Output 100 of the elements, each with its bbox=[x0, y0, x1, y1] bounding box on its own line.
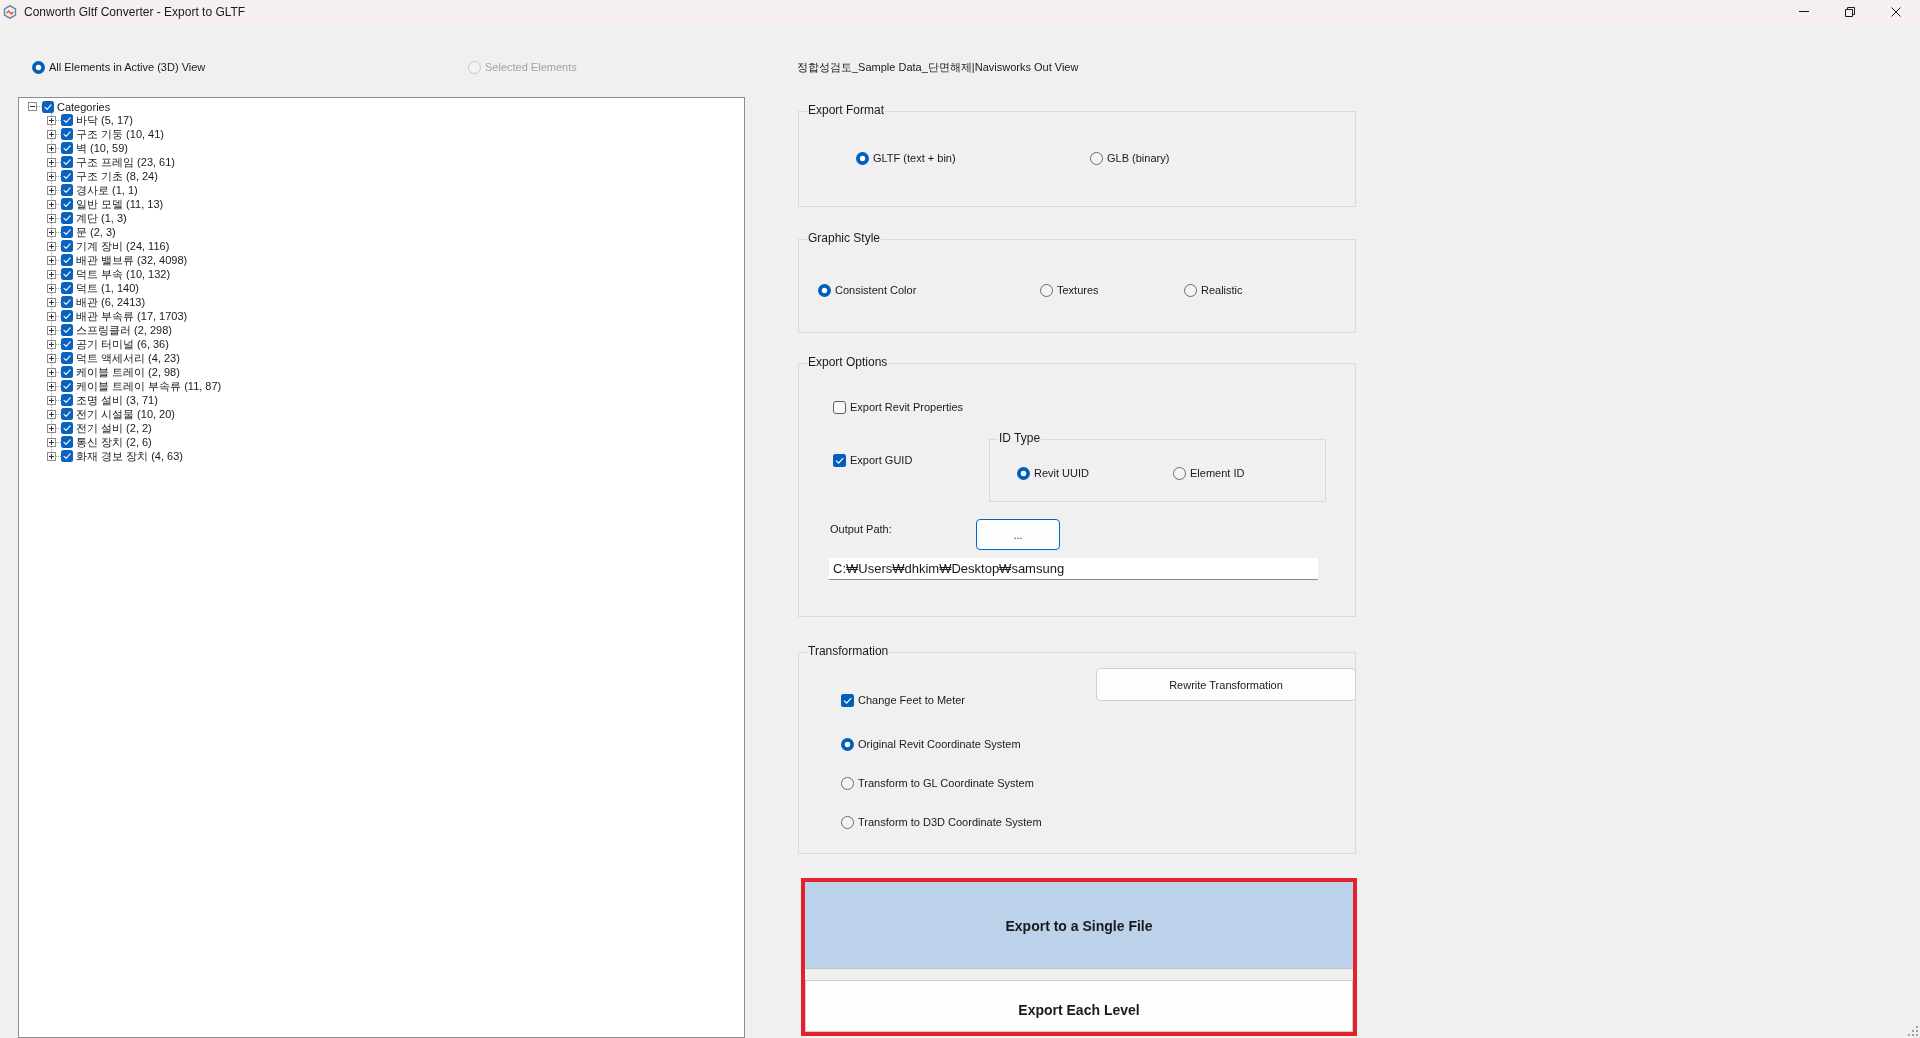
plus-box-icon[interactable] bbox=[47, 185, 56, 195]
checkbox-label[interactable]: Change Feet to Meter bbox=[858, 693, 965, 707]
tree-item[interactable]: Categories bbox=[57, 99, 111, 114]
tree-item[interactable]: 통신 장치 (2, 6) bbox=[76, 435, 152, 449]
plus-box-icon[interactable] bbox=[47, 395, 56, 405]
radio-label[interactable]: Revit UUID bbox=[1034, 466, 1089, 480]
checkbox[interactable] bbox=[61, 380, 73, 392]
checkbox[interactable] bbox=[61, 156, 73, 168]
resize-grip-icon[interactable] bbox=[1908, 1026, 1918, 1036]
radio-button[interactable] bbox=[841, 737, 854, 751]
plus-box-icon[interactable] bbox=[47, 437, 56, 447]
tree-item[interactable]: 문 (2, 3) bbox=[76, 225, 116, 239]
checkbox[interactable] bbox=[61, 128, 73, 140]
tree-item[interactable]: 배관 부속류 (17, 1703) bbox=[76, 309, 188, 323]
tree-item[interactable]: 일반 모델 (11, 13) bbox=[76, 197, 164, 211]
radio-label[interactable]: Transform to D3D Coordinate System bbox=[858, 815, 1042, 829]
plus-box-icon[interactable] bbox=[47, 157, 56, 167]
plus-box-icon[interactable] bbox=[47, 297, 56, 307]
tree-item[interactable]: 공기 터미널 (6, 36) bbox=[76, 337, 169, 351]
plus-box-icon[interactable] bbox=[47, 143, 56, 153]
radio-label[interactable]: GLTF (text + bin) bbox=[873, 151, 956, 165]
checkbox-label[interactable]: Export Revit Properties bbox=[850, 400, 964, 414]
checkbox[interactable] bbox=[833, 400, 846, 414]
plus-box-icon[interactable] bbox=[47, 129, 56, 139]
tree-item[interactable]: 케이블 트레이 부속류 (11, 87) bbox=[76, 379, 222, 393]
plus-box-icon[interactable] bbox=[47, 451, 56, 461]
radio-button[interactable] bbox=[856, 151, 869, 165]
plus-box-icon[interactable] bbox=[47, 423, 56, 433]
plus-box-icon[interactable] bbox=[47, 199, 56, 209]
radio-label[interactable]: Element ID bbox=[1190, 466, 1245, 480]
checkbox[interactable] bbox=[61, 212, 73, 224]
checkbox[interactable] bbox=[61, 268, 73, 280]
checkbox[interactable] bbox=[61, 282, 73, 294]
radio-label[interactable]: GLB (binary) bbox=[1107, 151, 1170, 165]
plus-box-icon[interactable] bbox=[47, 339, 56, 349]
export-button[interactable]: Export to a Single File bbox=[805, 882, 1353, 969]
rewrite-transformation-button[interactable]: Rewrite Transformation bbox=[1096, 668, 1356, 701]
tree-item[interactable]: 구조 프레임 (23, 61) bbox=[76, 155, 176, 169]
plus-box-icon[interactable] bbox=[47, 283, 56, 293]
tree-item[interactable]: 조명 설비 (3, 71) bbox=[76, 393, 158, 407]
tree-item[interactable]: 계단 (1, 3) bbox=[76, 211, 127, 225]
checkbox[interactable] bbox=[61, 450, 73, 462]
tree-item[interactable]: 벽 (10, 59) bbox=[76, 141, 128, 155]
tree-item[interactable]: 덕트 액세서리 (4, 23) bbox=[76, 351, 180, 365]
checkbox[interactable] bbox=[61, 436, 73, 448]
tree-item[interactable]: 케이블 트레이 (2, 98) bbox=[76, 365, 180, 379]
tree-item[interactable]: 전기 시설물 (10, 20) bbox=[76, 407, 176, 421]
checkbox-label[interactable]: Export GUID bbox=[850, 453, 913, 467]
checkbox[interactable] bbox=[61, 226, 73, 238]
tree-item[interactable]: 덕트 부속 (10, 132) bbox=[76, 267, 171, 281]
radio-button[interactable] bbox=[841, 815, 854, 829]
checkbox[interactable] bbox=[61, 338, 73, 350]
close-icon[interactable] bbox=[1891, 6, 1901, 17]
checkbox[interactable] bbox=[61, 114, 73, 126]
radio-label[interactable]: Consistent Color bbox=[835, 283, 917, 297]
tree-item[interactable]: 바닥 (5, 17) bbox=[76, 113, 133, 127]
checkbox[interactable] bbox=[841, 693, 854, 707]
radio-label[interactable]: Original Revit Coordinate System bbox=[858, 737, 1021, 751]
plus-box-icon[interactable] bbox=[47, 409, 56, 419]
plus-box-icon[interactable] bbox=[47, 381, 56, 391]
tree-item[interactable]: 스프링클러 (2, 298) bbox=[76, 323, 172, 337]
radio-label[interactable]: Transform to GL Coordinate System bbox=[858, 776, 1034, 790]
radio-button[interactable] bbox=[1017, 466, 1030, 480]
tree-item[interactable]: 화재 경보 장치 (4, 63) bbox=[76, 449, 183, 463]
radio-button[interactable] bbox=[32, 60, 45, 74]
radio-button[interactable] bbox=[1184, 283, 1197, 297]
plus-box-icon[interactable] bbox=[47, 213, 56, 223]
tree-item[interactable]: 경사로 (1, 1) bbox=[76, 183, 138, 197]
plus-box-icon[interactable] bbox=[47, 269, 56, 279]
checkbox[interactable] bbox=[61, 324, 73, 336]
tree-item[interactable]: 구조 기초 (8, 24) bbox=[76, 169, 158, 183]
plus-box-icon[interactable] bbox=[47, 115, 56, 125]
radio-button[interactable] bbox=[1173, 466, 1186, 480]
export-button[interactable]: Export Each Level bbox=[805, 980, 1353, 1032]
radio-label[interactable]: Textures bbox=[1057, 283, 1099, 297]
checkbox[interactable] bbox=[61, 254, 73, 266]
tree-item[interactable]: 전기 설비 (2, 2) bbox=[76, 421, 152, 435]
checkbox[interactable] bbox=[61, 422, 73, 434]
plus-box-icon[interactable] bbox=[47, 227, 56, 237]
plus-box-icon[interactable] bbox=[47, 353, 56, 363]
checkbox[interactable] bbox=[61, 394, 73, 406]
checkbox[interactable] bbox=[61, 142, 73, 154]
tree-item[interactable]: 배관 (6, 2413) bbox=[76, 295, 146, 309]
output-path-field[interactable]: C:₩Users₩dhkim₩Desktop₩samsung bbox=[829, 558, 1318, 580]
radio-button[interactable] bbox=[1040, 283, 1053, 297]
checkbox[interactable] bbox=[61, 240, 73, 252]
checkbox[interactable] bbox=[61, 366, 73, 378]
plus-box-icon[interactable] bbox=[47, 311, 56, 321]
tree-item[interactable]: 기계 장비 (24, 116) bbox=[76, 239, 170, 253]
browse-button[interactable]: ... bbox=[976, 519, 1060, 550]
radio-label[interactable]: Realistic bbox=[1201, 283, 1243, 297]
checkbox[interactable] bbox=[61, 408, 73, 420]
checkbox[interactable] bbox=[61, 198, 73, 210]
plus-box-icon[interactable] bbox=[47, 325, 56, 335]
plus-box-icon[interactable] bbox=[47, 241, 56, 251]
radio-button[interactable] bbox=[1090, 151, 1103, 165]
checkbox[interactable] bbox=[61, 352, 73, 364]
checkbox[interactable] bbox=[61, 310, 73, 322]
checkbox[interactable] bbox=[42, 100, 54, 113]
tree-item[interactable]: 덕트 (1, 140) bbox=[76, 281, 139, 295]
